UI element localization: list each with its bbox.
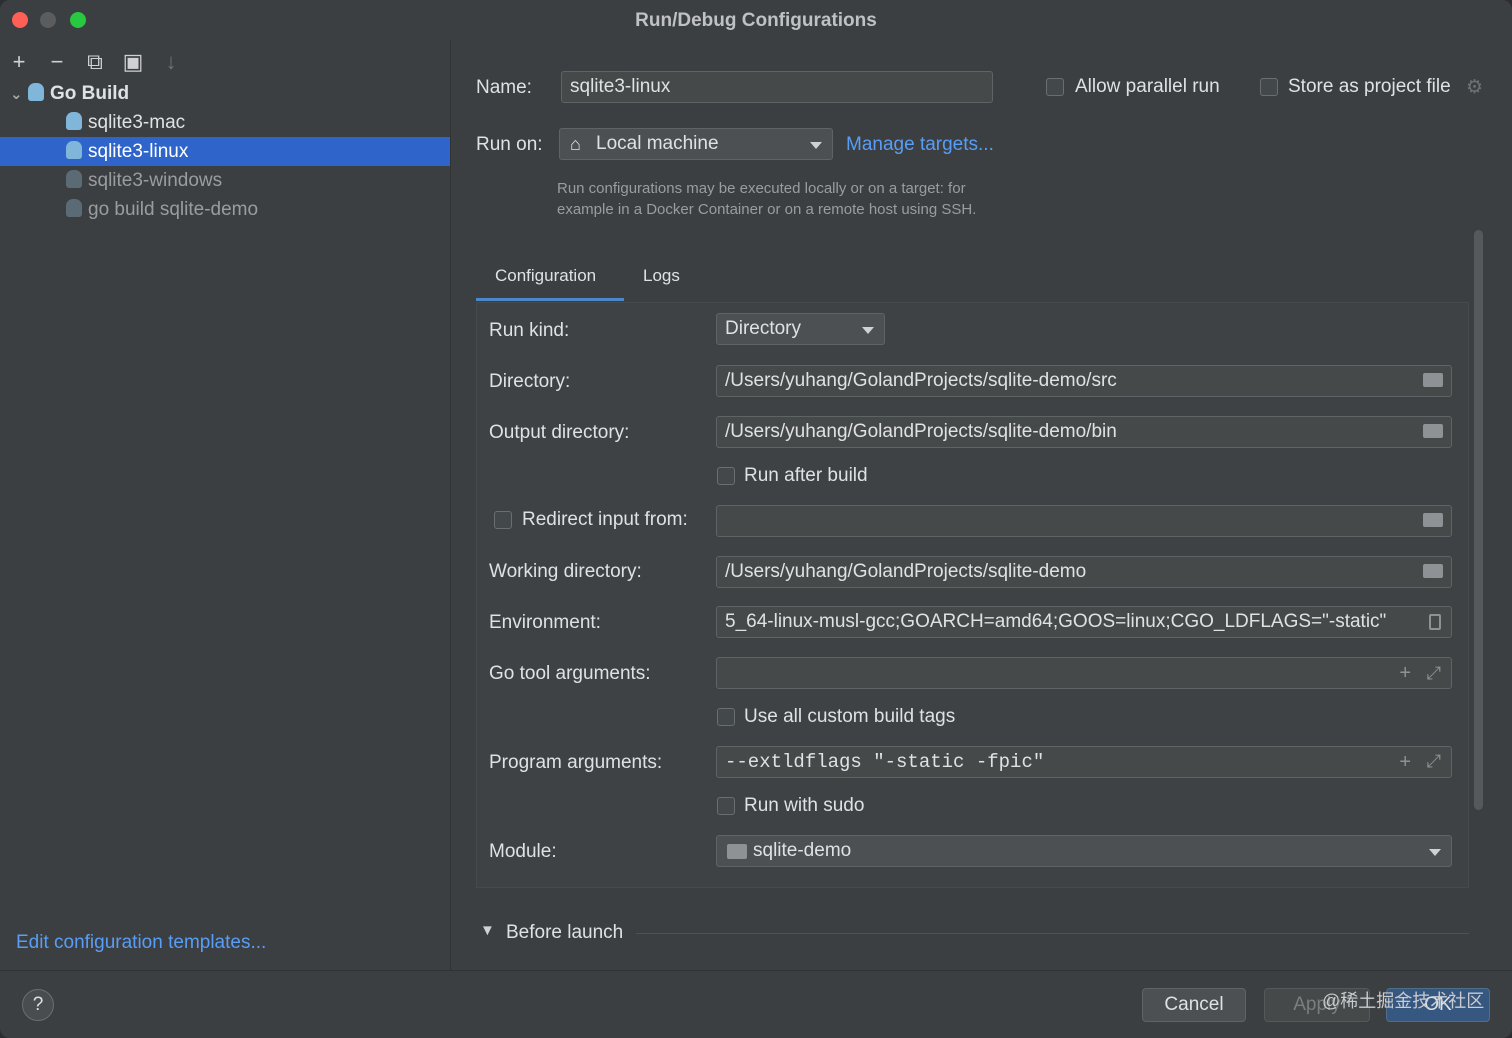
window-title: Run/Debug Configurations [635,10,877,31]
working-directory-value: /Users/yuhang/GolandProjects/sqlite-demo [725,561,1087,582]
module-select[interactable]: sqlite-demo [716,835,1452,867]
divider [636,933,1469,934]
environment-input[interactable]: 5_64-linux-musl-gcc;GOARCH=amd64;GOOS=li… [716,606,1452,638]
module-value: sqlite-demo [753,840,852,861]
go-gopher-icon [28,83,44,101]
working-directory-label: Working directory: [489,561,642,582]
run-on-label: Run on: [476,134,543,155]
add-icon[interactable]: + [1399,658,1411,688]
redirect-input-checkbox[interactable] [494,511,512,529]
allow-parallel-checkbox[interactable] [1046,78,1064,96]
program-args-label: Program arguments: [489,752,663,773]
run-with-sudo-checkbox[interactable] [717,797,735,815]
gear-icon[interactable]: ⚙ [1466,76,1483,99]
chevron-down-icon [862,327,874,334]
directory-label: Directory: [489,371,571,392]
run-debug-dialog: Run/Debug Configurations + − ⧉ ▣ ↓ ⌄ Go B… [0,0,1512,1038]
cancel-button[interactable]: Cancel [1142,988,1246,1022]
chevron-down-icon [1429,849,1441,856]
add-icon[interactable]: + [1399,747,1411,777]
add-icon[interactable]: + [8,49,30,75]
folder-icon[interactable]: ▣ [122,49,144,75]
form-scrollbar[interactable] [1474,230,1483,810]
store-project-checkbox[interactable] [1260,78,1278,96]
run-on-hint-line1: Run configurations may be executed local… [557,180,966,197]
working-directory-input[interactable]: /Users/yuhang/GolandProjects/sqlite-demo [716,556,1452,588]
run-kind-value: Directory [725,318,802,339]
go-gopher-icon [66,170,82,188]
tree-group-go-build[interactable]: ⌄ Go Build [10,79,129,108]
environment-label: Environment: [489,612,601,633]
program-args-value: --extldflags "-static -fpic" [725,751,1045,773]
dialog-footer: ? Cancel Apply OK @稀土掘金技术社区 [0,970,1512,1038]
go-gopher-icon [66,112,82,130]
manage-targets-link[interactable]: Manage targets... [846,134,994,156]
browse-folder-icon[interactable] [1423,564,1443,578]
edit-templates-link[interactable]: Edit configuration templates... [16,932,266,954]
home-icon: ⌂ [570,134,581,154]
store-project-label: Store as project file [1288,76,1451,97]
tab-configuration[interactable]: Configuration [495,266,596,286]
redirect-input-label: Redirect input from: [522,509,688,530]
run-on-value: Local machine [596,133,719,154]
run-kind-label: Run kind: [489,320,570,341]
run-after-build-checkbox[interactable] [717,467,735,485]
name-input[interactable]: sqlite3-linux [561,71,993,103]
tree-item-label: sqlite3-linux [88,141,189,162]
go-tool-args-input[interactable]: + ⤢ [716,657,1452,689]
sidebar-toolbar: + − ⧉ ▣ ↓ [8,48,182,76]
expand-icon[interactable]: ⤢ [1427,747,1441,777]
go-tool-args-label: Go tool arguments: [489,663,651,684]
configurations-sidebar: + − ⧉ ▣ ↓ ⌄ Go Build sqlite3-mac sqlite3-… [0,40,451,970]
chevron-down-icon[interactable]: ⌄ [10,80,28,109]
before-launch-header[interactable]: Before launch [506,922,623,944]
directory-input[interactable]: /Users/yuhang/GolandProjects/sqlite-demo… [716,365,1452,397]
module-folder-icon [727,844,747,859]
tree-item[interactable]: sqlite3-mac [66,108,185,137]
tree-item-label: sqlite3-mac [88,112,186,133]
run-after-build-label: Run after build [744,465,868,486]
sort-icon[interactable]: ↓ [160,49,182,75]
run-kind-select[interactable]: Directory [716,313,885,345]
copy-icon[interactable]: ⧉ [84,49,106,75]
tab-selected-indicator [476,298,624,301]
tree-item-label: go build sqlite-demo [88,199,259,220]
output-directory-input[interactable]: /Users/yuhang/GolandProjects/sqlite-demo… [716,416,1452,448]
watermark: @稀土掘金技术社区 [1322,991,1485,1011]
program-args-input[interactable]: --extldflags "-static -fpic" + ⤢ [716,746,1452,778]
expand-icon[interactable]: ⤢ [1427,658,1441,688]
tree-group-label: Go Build [50,83,130,104]
browse-folder-icon[interactable] [1423,424,1443,438]
environment-value: 5_64-linux-musl-gcc;GOARCH=amd64;GOOS=li… [725,611,1387,632]
run-on-select[interactable]: ⌂ Local machine [559,128,833,160]
directory-value: /Users/yuhang/GolandProjects/sqlite-demo… [725,370,1117,391]
browse-folder-icon[interactable] [1423,373,1443,387]
allow-parallel-label: Allow parallel run [1075,76,1220,97]
custom-build-tags-label: Use all custom build tags [744,706,956,727]
run-with-sudo-label: Run with sudo [744,795,865,816]
custom-build-tags-checkbox[interactable] [717,708,735,726]
output-directory-label: Output directory: [489,422,630,443]
output-directory-value: /Users/yuhang/GolandProjects/sqlite-demo… [725,421,1117,442]
run-on-hint-line2: example in a Docker Container or on a re… [557,201,977,218]
module-label: Module: [489,841,557,862]
chevron-down-icon [810,142,822,149]
tree-item-label: sqlite3-windows [88,170,223,191]
go-gopher-icon [66,199,82,217]
remove-icon[interactable]: − [46,49,68,75]
tree-item[interactable]: sqlite3-windows [66,166,222,195]
help-button[interactable]: ? [22,989,54,1021]
name-label: Name: [476,77,532,98]
document-icon[interactable] [1429,614,1441,630]
tab-logs[interactable]: Logs [643,266,680,286]
title-bar: Run/Debug Configurations [0,0,1512,40]
redirect-input-field[interactable] [716,505,1452,537]
browse-folder-icon[interactable] [1423,513,1443,527]
go-gopher-icon [66,141,82,159]
tree-item-selected[interactable]: sqlite3-linux [0,137,450,166]
tree-item[interactable]: go build sqlite-demo [66,195,258,224]
collapse-triangle-icon[interactable]: ▼ [480,922,495,939]
